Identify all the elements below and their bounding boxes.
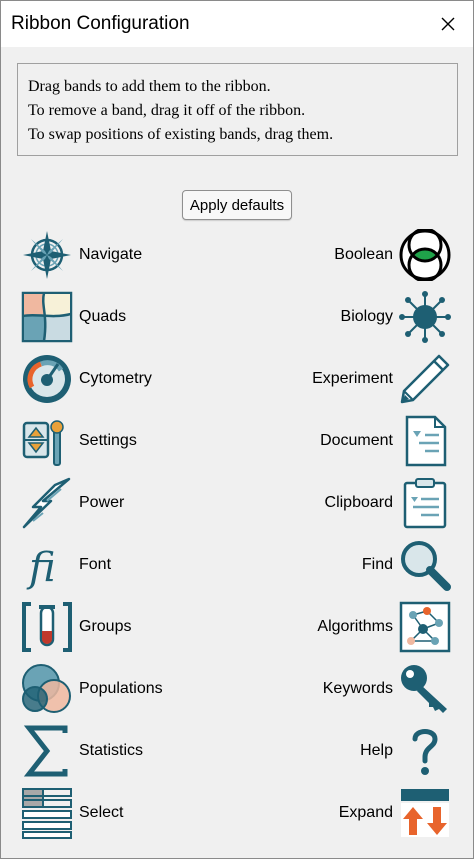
- band-groups[interactable]: Groups: [21, 601, 131, 653]
- instruction-line: Drag bands to add them to the ribbon.: [28, 78, 271, 95]
- band-keywords[interactable]: Keywords: [323, 663, 451, 715]
- band-label: Algorithms: [317, 618, 393, 635]
- pencil-icon: [399, 353, 451, 405]
- band-label: Expand: [338, 804, 393, 821]
- list-select-icon: [21, 787, 73, 839]
- band-select[interactable]: Select: [21, 787, 123, 839]
- band-biology[interactable]: Biology: [341, 291, 451, 343]
- question-mark-icon: [399, 725, 451, 777]
- band-document[interactable]: Document: [320, 415, 451, 467]
- close-icon: [441, 17, 455, 31]
- band-label: Statistics: [79, 742, 144, 759]
- expand-arrows-icon: [399, 787, 451, 839]
- band-cytometry[interactable]: Cytometry: [21, 353, 152, 405]
- band-find[interactable]: Find: [362, 539, 451, 591]
- ribbon-configuration-dialog: Ribbon Configuration Drag bands to add t…: [0, 0, 474, 859]
- band-label: Find: [361, 556, 393, 573]
- sigma-icon: [21, 725, 73, 777]
- band-clipboard[interactable]: Clipboard: [325, 477, 451, 529]
- band-expand[interactable]: Expand: [339, 787, 451, 839]
- band-label: Clipboard: [324, 494, 393, 511]
- venn-boolean-icon: [399, 229, 451, 281]
- window-title: Ribbon Configuration: [11, 13, 190, 34]
- band-font[interactable]: fi Font: [21, 539, 111, 591]
- cell-virus-icon: [399, 291, 451, 343]
- band-settings[interactable]: Settings: [21, 415, 137, 467]
- apply-defaults-button[interactable]: Apply defaults: [182, 190, 292, 220]
- title-bar: Ribbon Configuration: [1, 1, 473, 47]
- key-icon: [399, 663, 451, 715]
- test-tube-bracket-icon: [21, 601, 73, 653]
- band-label: Power: [79, 494, 125, 511]
- band-label: Settings: [79, 432, 137, 449]
- band-power[interactable]: Power: [21, 477, 124, 529]
- band-boolean[interactable]: Boolean: [334, 229, 451, 281]
- band-label: Help: [360, 742, 393, 759]
- band-statistics[interactable]: Statistics: [21, 725, 143, 777]
- band-navigate[interactable]: Navigate: [21, 229, 142, 281]
- instruction-line: To swap positions of existing bands, dra…: [28, 126, 334, 143]
- band-label: Select: [79, 804, 124, 821]
- close-button[interactable]: [433, 9, 463, 39]
- band-quads[interactable]: Quads: [21, 291, 126, 343]
- band-populations[interactable]: Populations: [21, 663, 163, 715]
- band-label: Font: [79, 556, 112, 573]
- network-graph-icon: [399, 601, 451, 653]
- band-experiment[interactable]: Experiment: [312, 353, 451, 405]
- lightning-bolt-icon: [21, 477, 73, 529]
- font-ligature-icon: fi: [21, 539, 73, 591]
- instructions-box: Drag bands to add them to the ribbon. To…: [17, 63, 458, 156]
- band-label: Navigate: [79, 246, 143, 263]
- clipboard-icon: [399, 477, 451, 529]
- document-page-icon: [399, 415, 451, 467]
- band-label: Cytometry: [79, 370, 152, 387]
- band-label: Groups: [79, 618, 132, 635]
- band-label: Populations: [79, 680, 163, 697]
- magnifier-icon: [399, 539, 451, 591]
- quadrant-plot-icon: [21, 291, 73, 343]
- gauge-dial-icon: [21, 353, 73, 405]
- band-help[interactable]: Help: [360, 725, 451, 777]
- band-label: Boolean: [334, 246, 393, 263]
- overlapping-circles-icon: [21, 663, 73, 715]
- band-label: Document: [320, 432, 393, 449]
- settings-slider-icon: [21, 415, 73, 467]
- band-label: Experiment: [312, 370, 393, 387]
- svg-text:fi: fi: [26, 545, 56, 591]
- band-label: Biology: [340, 308, 393, 325]
- band-label: Keywords: [322, 680, 393, 697]
- band-label: Quads: [79, 308, 127, 325]
- instruction-line: To remove a band, drag it off of the rib…: [28, 102, 306, 119]
- compass-rose-icon: [21, 229, 73, 281]
- band-algorithms[interactable]: Algorithms: [317, 601, 451, 653]
